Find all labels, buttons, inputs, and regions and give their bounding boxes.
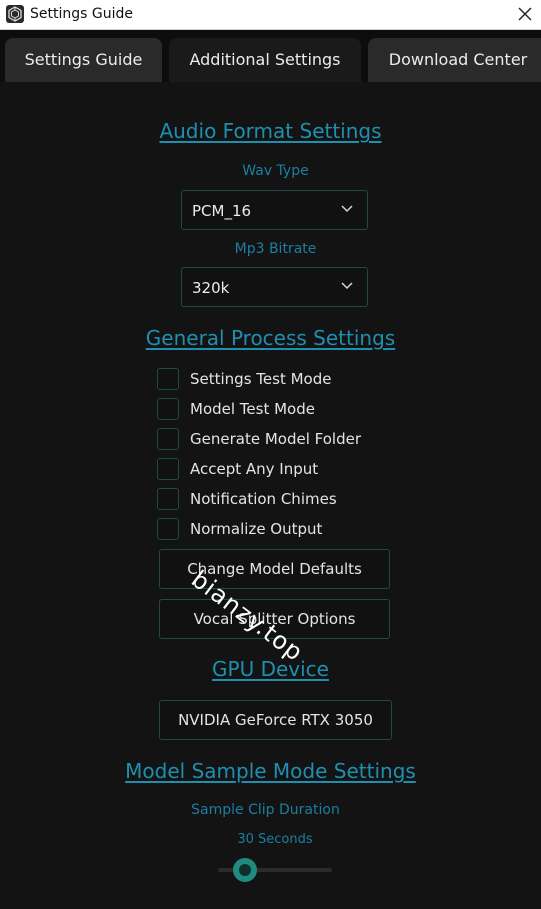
tab-additional-settings[interactable]: Additional Settings <box>169 38 361 82</box>
sample-clip-duration-slider-handle[interactable] <box>232 857 258 883</box>
model-sample-mode-settings-title: Model Sample Mode Settings <box>125 759 416 783</box>
window-title: Settings Guide <box>30 6 133 22</box>
notification-chimes-checkbox[interactable]: Notification Chimes <box>157 488 417 512</box>
title-bar: Settings Guide <box>0 0 541 30</box>
generate-model-folder-checkbox[interactable]: Generate Model Folder <box>157 428 417 452</box>
mp3-bitrate-label: Mp3 Bitrate <box>234 241 317 257</box>
checkbox-box[interactable] <box>157 518 179 540</box>
checkbox-label: Notification Chimes <box>190 490 337 508</box>
checkbox-label: Accept Any Input <box>190 460 319 478</box>
wav-type-value: PCM_16 <box>192 202 252 220</box>
model-test-mode-checkbox[interactable]: Model Test Mode <box>157 398 417 422</box>
wav-type-label: Wav Type <box>242 163 309 179</box>
mp3-bitrate-value: 320k <box>192 279 230 297</box>
checkbox-label: Model Test Mode <box>190 400 315 418</box>
chevron-down-icon <box>341 205 353 213</box>
close-button[interactable] <box>513 2 537 26</box>
checkbox-label: Normalize Output <box>190 520 323 538</box>
sample-clip-duration-value: 30 Seconds <box>237 832 313 847</box>
tab-settings-guide[interactable]: Settings Guide <box>5 38 162 82</box>
checkbox-box[interactable] <box>157 428 179 450</box>
mp3-bitrate-dropdown[interactable]: 320k <box>181 267 368 307</box>
gpu-device-title: GPU Device <box>212 657 329 681</box>
checkbox-box[interactable] <box>157 398 179 420</box>
gpu-device-selector[interactable]: NVIDIA GeForce RTX 3050 <box>159 700 392 740</box>
settings-guide-window: Settings Guide Settings Guide Additional… <box>0 0 541 909</box>
checkbox-box[interactable] <box>157 368 179 390</box>
checkbox-label: Settings Test Mode <box>190 370 332 388</box>
audio-format-settings-title: Audio Format Settings <box>159 119 382 143</box>
normalize-output-checkbox[interactable]: Normalize Output <box>157 518 417 542</box>
wav-type-dropdown[interactable]: PCM_16 <box>181 190 368 230</box>
tab-download-center[interactable]: Download Center <box>368 38 541 82</box>
chevron-down-icon <box>341 282 353 290</box>
general-process-settings-title: General Process Settings <box>145 326 396 350</box>
app-logo-icon <box>6 5 24 23</box>
checkbox-box[interactable] <box>157 458 179 480</box>
checkbox-box[interactable] <box>157 488 179 510</box>
tab-bar: Settings Guide Additional Settings Downl… <box>0 30 541 82</box>
close-icon <box>518 7 532 21</box>
settings-test-mode-checkbox[interactable]: Settings Test Mode <box>157 368 417 392</box>
sample-clip-duration-label: Sample Clip Duration <box>191 802 340 818</box>
accept-any-input-checkbox[interactable]: Accept Any Input <box>157 458 417 482</box>
checkbox-label: Generate Model Folder <box>190 430 361 448</box>
